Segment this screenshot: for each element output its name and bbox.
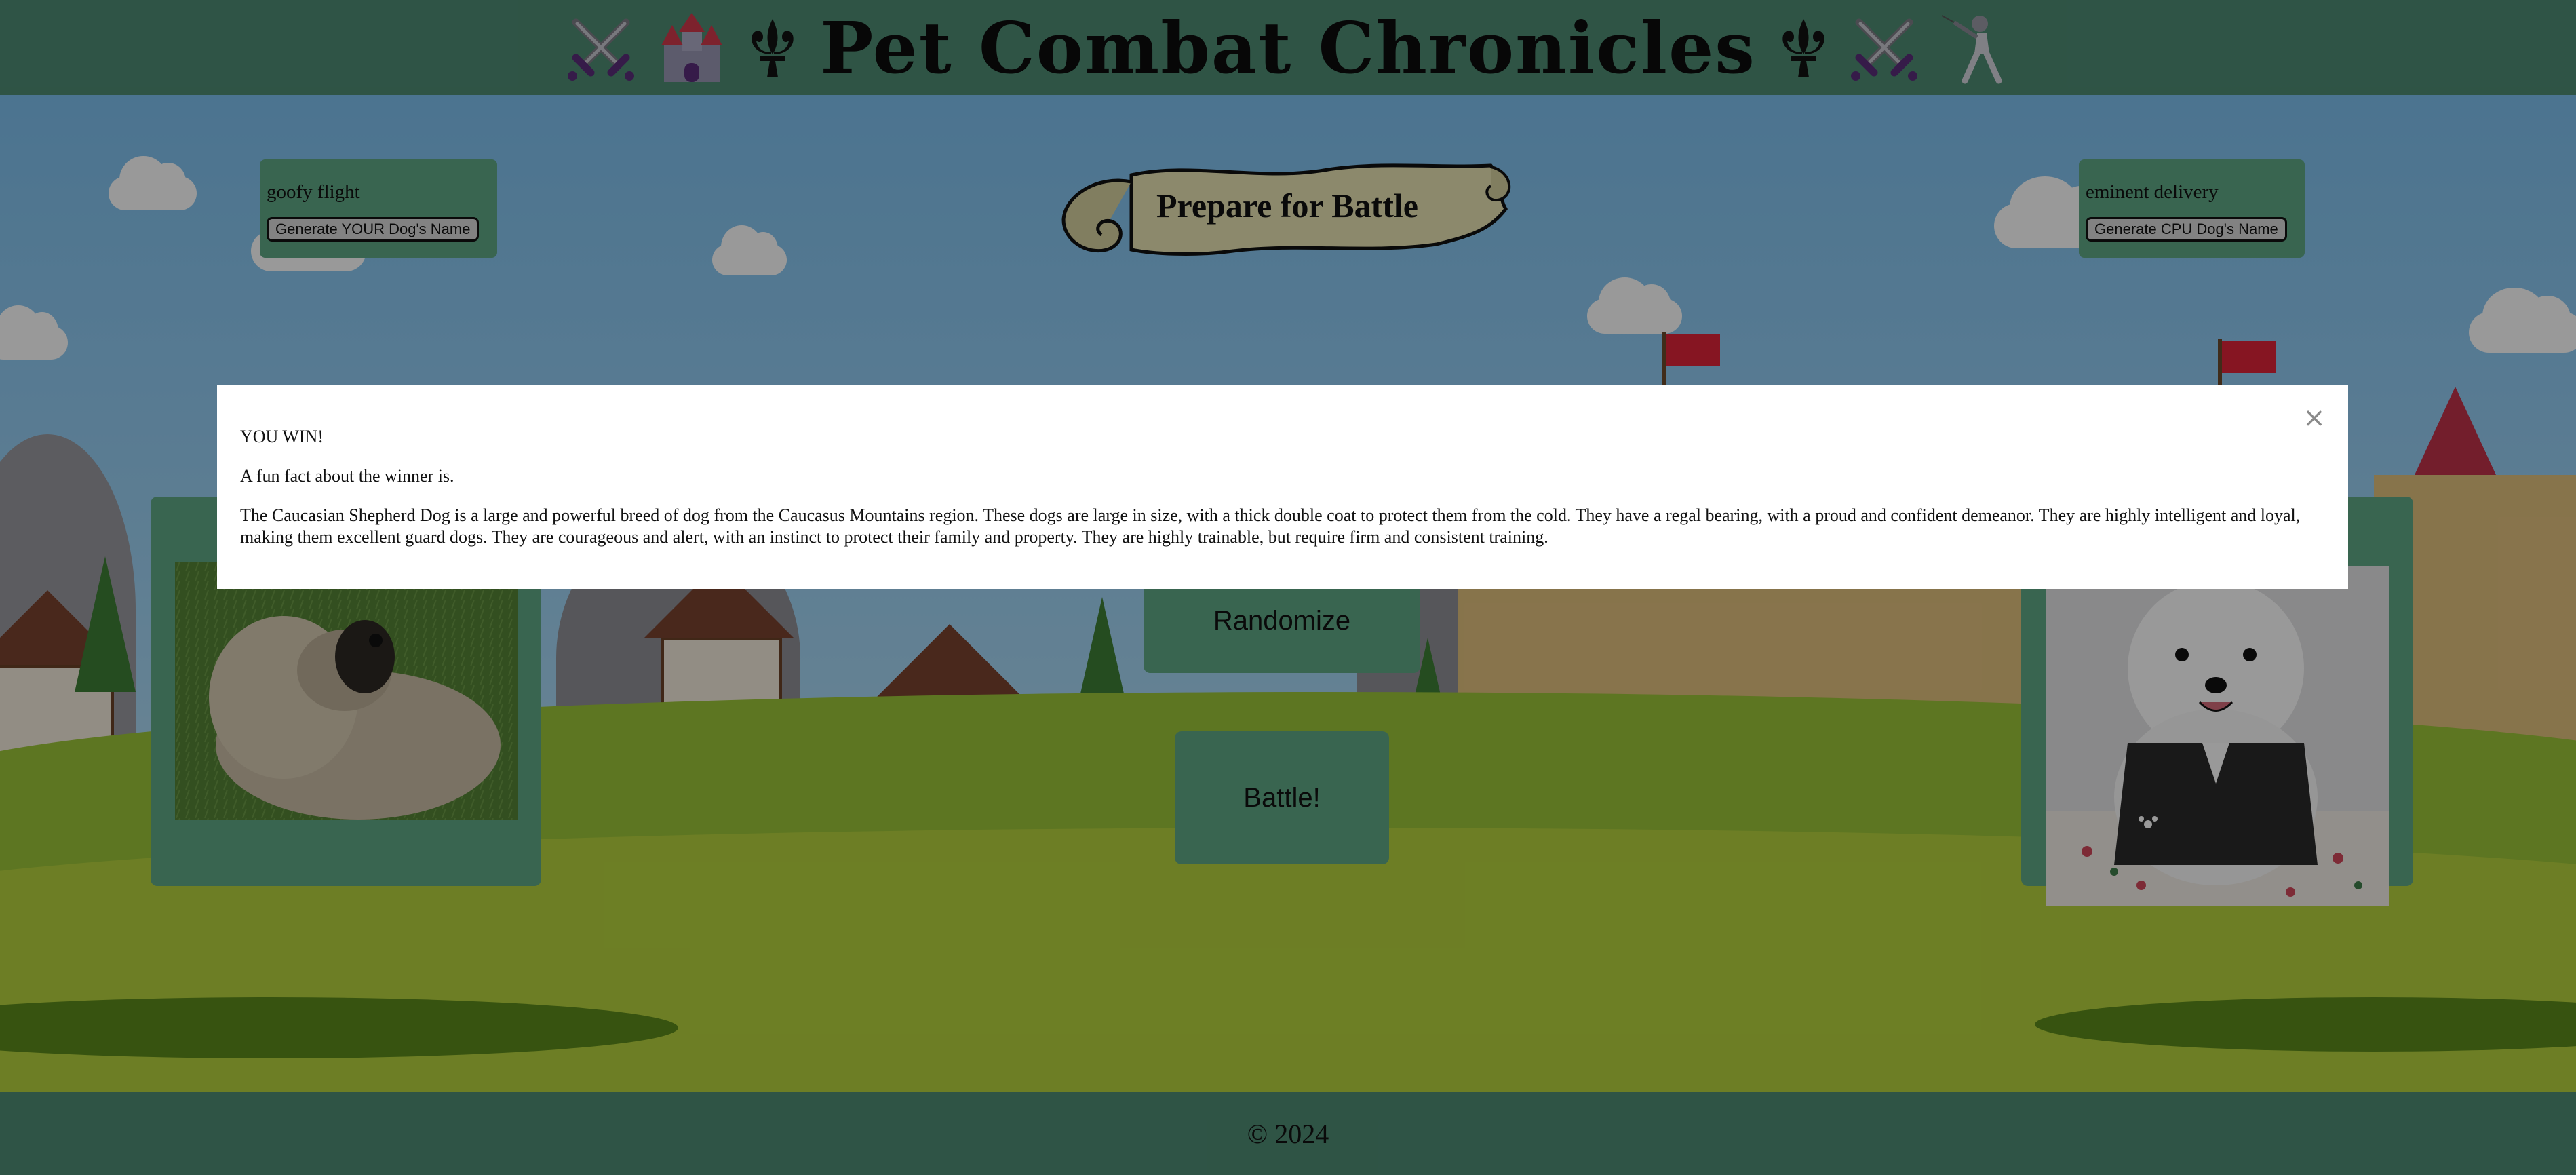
- result-modal: × YOU WIN! A fun fact about the winner i…: [217, 385, 2348, 589]
- close-icon[interactable]: ×: [2302, 402, 2326, 434]
- fun-fact-heading: A fun fact about the winner is.: [240, 466, 454, 486]
- fun-fact-text: The Caucasian Shepherd Dog is a large an…: [240, 505, 2301, 547]
- result-text: YOU WIN!: [240, 427, 324, 446]
